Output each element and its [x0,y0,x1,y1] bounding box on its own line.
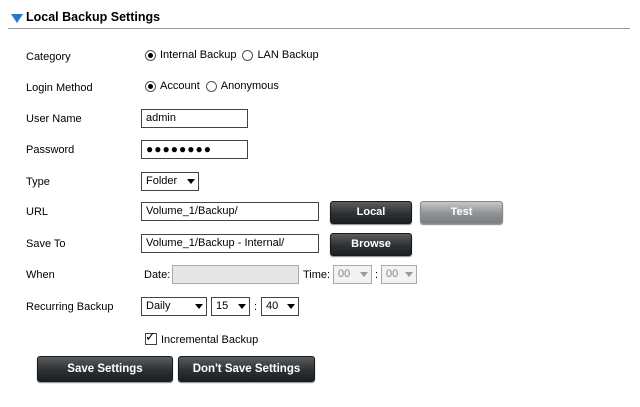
internal-backup-label[interactable]: Internal Backup [160,49,236,61]
category-row: Category Internal Backup LAN Backup [0,46,640,70]
login-method-radio-group: Account Anonymous [145,80,285,92]
url-input[interactable]: Volume_1/Backup/ [141,202,319,221]
anonymous-radio[interactable] [205,80,217,92]
incremental-backup-checkbox[interactable]: ✓ [145,329,157,345]
recurring-backup-row: Recurring Backup Daily 15 : 40 [0,296,640,320]
anonymous-label[interactable]: Anonymous [221,80,279,92]
url-label: URL [26,206,49,218]
type-select[interactable]: Folder [141,172,199,191]
password-label: Password [26,144,75,156]
recurring-minute-select[interactable]: 40 [261,297,299,316]
recurring-frequency-value: Daily [146,300,171,312]
chevron-down-icon [360,272,368,277]
user-name-input[interactable]: admin [141,109,248,128]
collapse-triangle-icon[interactable] [11,14,23,23]
password-input[interactable]: ●●●●●●●● [141,140,248,159]
category-radio-group: Internal Backup LAN Backup [145,49,325,61]
when-hour-value: 00 [338,268,351,280]
lan-backup-label[interactable]: LAN Backup [257,49,318,61]
local-button[interactable]: Local [330,201,412,224]
incremental-backup-row: ✓ Incremental Backup [0,329,640,353]
url-row: URL Volume_1/Backup/ Local Test [0,201,640,225]
when-time-colon: : [375,269,379,281]
browse-button[interactable]: Browse [330,233,412,256]
section-header: Local Backup Settings [8,6,630,29]
date-input[interactable] [172,265,299,284]
chevron-down-icon [405,272,413,277]
when-label: When [26,269,55,281]
recurring-hour-value: 15 [216,300,229,312]
login-method-label: Login Method [26,82,93,94]
recurring-backup-label: Recurring Backup [26,301,114,313]
user-name-label: User Name [26,113,82,125]
category-label: Category [26,51,71,63]
chevron-down-icon [287,304,295,309]
recurring-minute-value: 40 [266,300,279,312]
type-label: Type [26,176,50,188]
when-minute-value: 00 [386,268,399,280]
lan-backup-radio[interactable] [242,49,254,61]
user-name-row: User Name admin [0,108,640,132]
time-label: Time: [303,269,331,281]
dont-save-settings-button[interactable]: Don't Save Settings [178,356,315,382]
when-minute-select[interactable]: 00 [381,265,417,284]
save-to-label: Save To [26,238,66,250]
section-title: Local Backup Settings [26,10,161,24]
checkmark-icon: ✓ [145,329,156,344]
chevron-down-icon [187,179,195,184]
account-label[interactable]: Account [160,80,200,92]
recurring-time-colon: : [254,301,258,313]
save-settings-button[interactable]: Save Settings [37,356,173,382]
date-label: Date: [144,269,171,281]
save-to-row: Save To Volume_1/Backup - Internal/ Brow… [0,233,640,257]
test-button[interactable]: Test [420,201,503,224]
account-radio[interactable] [145,80,156,92]
recurring-frequency-select[interactable]: Daily [141,297,207,316]
recurring-hour-select[interactable]: 15 [211,297,250,316]
when-row: When Date: Time: 00 : 00 [0,264,640,288]
password-row: Password ●●●●●●●● [0,139,640,163]
chevron-down-icon [195,304,203,309]
incremental-backup-label[interactable]: Incremental Backup [161,334,258,346]
type-row: Type Folder [0,171,640,195]
chevron-down-icon [238,304,246,309]
when-hour-select[interactable]: 00 [333,265,372,284]
type-select-value: Folder [146,175,178,187]
save-to-input[interactable]: Volume_1/Backup - Internal/ [141,234,319,253]
login-method-row: Login Method Account Anonymous [0,77,640,101]
internal-backup-radio[interactable] [145,49,156,61]
